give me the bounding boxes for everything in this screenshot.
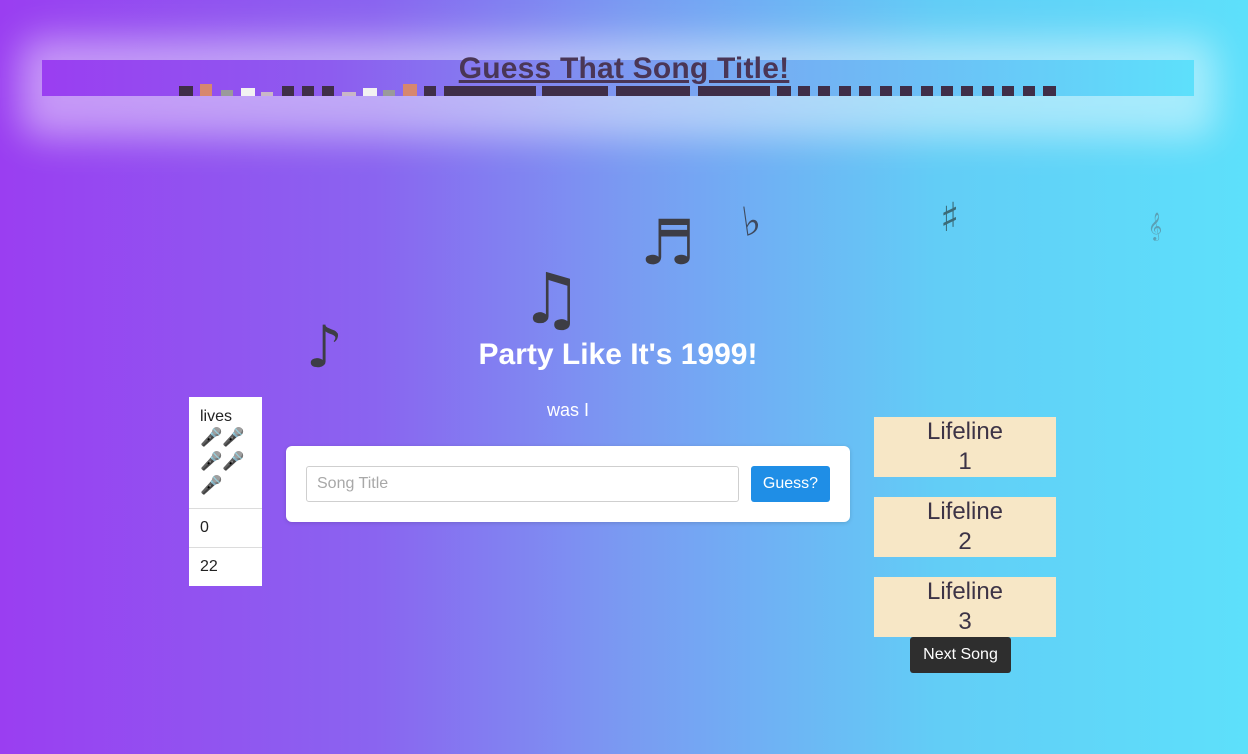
equalizer-bar [859,86,871,96]
equalizer-bar [880,86,892,96]
lifeline-number: 2 [958,528,972,555]
equalizer-bar [616,86,690,96]
equalizer-bar [322,86,334,96]
equalizer-bar [302,86,314,96]
equalizer-bar [342,92,356,96]
equalizer-bar [383,90,395,96]
flat-icon: ♭ [738,197,764,247]
treble-clef-icon: 𝄞 [1148,212,1163,240]
guess-form: Guess? [286,446,850,522]
equalizer-bar [921,86,933,96]
equalizer-bar [1023,86,1035,96]
lifeline-label: Lifeline [926,578,1004,605]
equalizer-bar [900,86,912,96]
equalizer-bar [982,86,994,96]
lifeline-label: Lifeline [926,418,1004,445]
lifeline-label: Lifeline [926,498,1004,525]
song-title-input[interactable] [306,466,739,502]
next-song-button[interactable]: Next Song [910,637,1011,673]
equalizer-bar [241,88,255,96]
guess-button[interactable]: Guess? [751,466,830,502]
score-value: 0 [189,509,262,548]
equalizer-bar [179,86,193,96]
equalizer-bar [221,90,233,96]
page-title: Guess That Song Title! [458,52,790,85]
equalizer-bar [941,86,953,96]
equalizer-bar [542,86,608,96]
lifeline-1-button[interactable]: Lifeline 1 [874,417,1056,477]
equalizer-bar [798,86,810,96]
partial-answer: was I [546,400,589,420]
count-value: 22 [200,558,218,575]
lifeline-number: 3 [958,608,972,635]
equalizer-bar [282,86,294,96]
beamed-notes-icon: ♫ [520,258,583,340]
equalizer-bar [818,86,830,96]
equalizer-bar [698,86,770,96]
equalizer-bar [261,92,273,96]
song-title: Party Like It's 1999! [478,338,758,371]
lifeline-2-button[interactable]: Lifeline 2 [874,497,1056,557]
equalizer-bar [363,88,377,96]
lives-label: lives [200,408,233,425]
equalizer-bar [1043,86,1056,96]
equalizer-bar [839,86,851,96]
lifeline-3-button[interactable]: Lifeline 3 [874,577,1056,637]
lives-mic-icons: 🎤🎤🎤🎤🎤 [200,427,245,496]
stats-panel: lives 🎤🎤🎤🎤🎤 0 22 [189,397,262,586]
lifeline-number: 1 [958,448,972,475]
equalizer-bar [777,86,791,96]
equalizer-bar [1002,86,1014,96]
sixteenth-notes-icon: ♬ [640,206,696,279]
equalizer-bar [961,86,973,96]
sharp-icon: ♯ [940,195,960,241]
equalizer-bar [444,86,536,96]
equalizer-bar [424,86,436,96]
lives-cell: lives 🎤🎤🎤🎤🎤 [189,397,262,509]
